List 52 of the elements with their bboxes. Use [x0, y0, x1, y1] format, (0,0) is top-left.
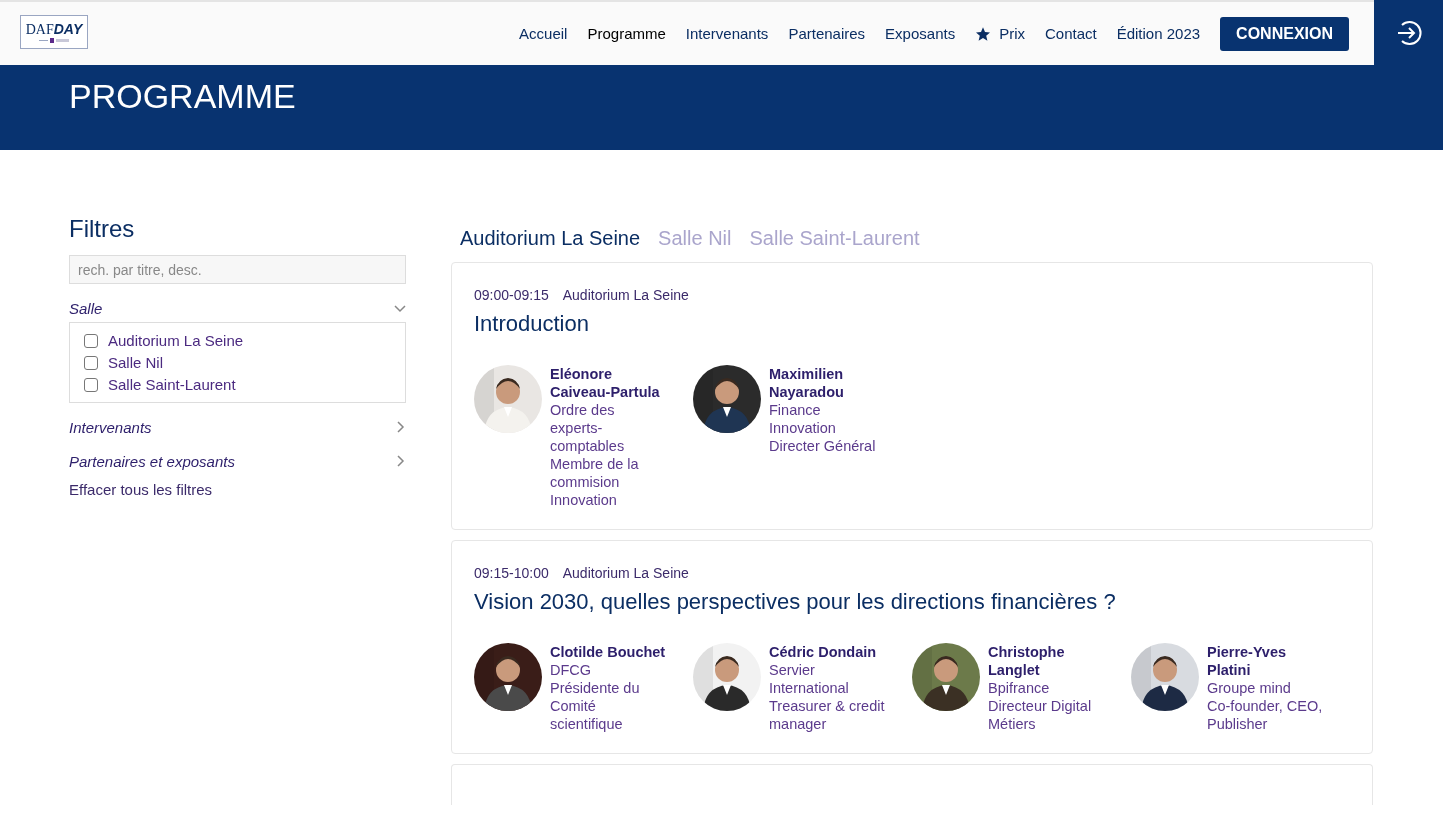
speaker-detail: Ordre des experts-comptables: [550, 401, 626, 455]
session-room: Auditorium La Seine: [562, 287, 689, 303]
nav-link[interactable]: Édition 2023: [1116, 25, 1201, 42]
speaker-name[interactable]: Maximilien Nayaradou: [769, 365, 889, 401]
search-field[interactable]: rech. par titre, desc.: [69, 255, 406, 284]
page-title: PROGRAMME: [69, 76, 296, 116]
star-icon: [975, 25, 992, 42]
login-button[interactable]: CONNEXION: [1220, 16, 1349, 51]
speaker-detail: Directeur Digital Métiers: [988, 697, 1093, 733]
checkbox[interactable]: [84, 355, 98, 370]
speaker-name[interactable]: Eléonore Caiveau-Partula: [550, 365, 670, 401]
checkbox-label[interactable]: Salle Nil: [108, 354, 164, 371]
speaker-name[interactable]: Pierre-Yves Platini: [1207, 643, 1327, 679]
chevron-right-icon[interactable]: [394, 421, 406, 433]
chevron-right-icon[interactable]: [394, 455, 406, 467]
nav-link[interactable]: Accueil: [519, 25, 568, 42]
chevron-down-icon[interactable]: [394, 302, 406, 314]
nav-link[interactable]: Exposants: [885, 25, 956, 42]
logo[interactable]: DAFDAY: [20, 15, 88, 49]
speaker-detail: Servier International: [769, 661, 850, 697]
session-room: Auditorium La Seine: [562, 565, 689, 581]
session-time: 09:00-09:15: [474, 287, 549, 303]
checkbox-label[interactable]: Salle Saint-Laurent: [108, 376, 236, 393]
nav-link[interactable]: Programme: [587, 25, 666, 42]
session-title[interactable]: Introduction: [474, 311, 1350, 337]
checkbox[interactable]: [84, 333, 98, 348]
checkbox[interactable]: [84, 377, 98, 392]
nav-link[interactable]: Partenaires: [788, 25, 866, 42]
speaker-detail: Co-founder, CEO, Publisher: [1207, 697, 1324, 733]
checkbox-label[interactable]: Auditorium La Seine: [108, 332, 244, 349]
filter-section-label[interactable]: Salle: [69, 299, 103, 317]
speaker-detail: Directer Général: [769, 437, 877, 455]
speaker-name[interactable]: Cédric Dondain: [769, 643, 889, 661]
filter-section-label[interactable]: Intervenants: [69, 418, 152, 436]
nav-link[interactable]: Prix: [975, 25, 1025, 42]
nav-link[interactable]: Intervenants: [685, 25, 769, 42]
room-tab[interactable]: Auditorium La Seine: [460, 227, 641, 250]
speaker-name[interactable]: Christophe Langlet: [988, 643, 1108, 679]
speaker-detail: Présidente du Comité scientifique: [550, 679, 641, 733]
speaker-detail: Bpifrance: [988, 679, 1051, 697]
speaker-detail: Treasurer & credit manager: [769, 697, 886, 733]
speaker-name[interactable]: Clotilde Bouchet: [550, 643, 670, 661]
speaker-detail: Membre de la commision Innovation: [550, 455, 640, 509]
session-time: 09:15-10:00: [474, 565, 549, 581]
speaker-detail: DFCG: [550, 661, 593, 679]
clear-filters-link[interactable]: Effacer tous les filtres: [69, 481, 213, 498]
speaker-detail: Finance Innovation: [769, 401, 837, 437]
nav-link[interactable]: Contact: [1045, 25, 1097, 42]
speaker-detail: Groupe mind: [1207, 679, 1292, 697]
session-title[interactable]: Vision 2030, quelles perspectives pour les directions financières ?: [474, 589, 1350, 615]
filters-title: Filtres: [69, 215, 135, 243]
filter-section-label[interactable]: Partenaires et exposants: [69, 452, 235, 470]
